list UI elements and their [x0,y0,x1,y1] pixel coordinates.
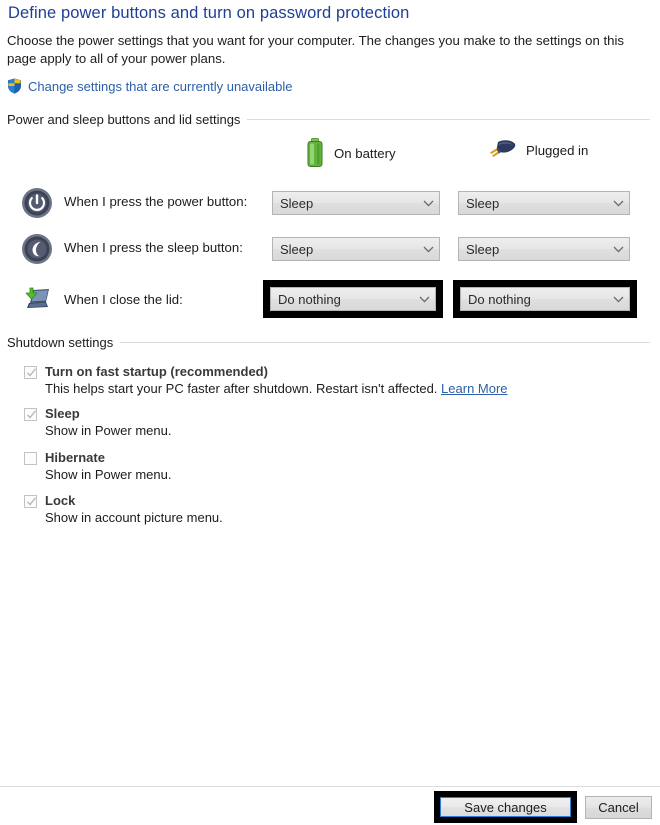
checkbox-hibernate[interactable] [24,452,37,465]
setting-row-close-lid: When I close the lid: Do nothing Do noth… [0,280,660,318]
checkbox-item-fast-startup: Turn on fast startup (recommended) This … [24,364,508,396]
battery-icon [305,138,325,168]
section-label: Shutdown settings [7,335,114,350]
dropdown-value: Sleep [280,241,314,257]
section-header-power-sleep-lid: Power and sleep buttons and lid settings [7,112,650,127]
page-description: Choose the power settings that you want … [7,33,624,66]
section-label: Power and sleep buttons and lid settings [7,112,241,127]
checkbox-item-lock: Lock Show in account picture menu. [24,493,223,525]
section-divider [120,342,650,343]
uac-shield-icon [7,78,22,94]
dropdown-close-lid-plugged-in[interactable]: Do nothing [460,287,630,311]
chevron-down-icon [607,200,629,207]
dropdown-power-button-on-battery[interactable]: Sleep [272,191,440,215]
checkbox-fast-startup[interactable] [24,366,37,379]
annotation-box-save-changes: Save changes [434,791,577,823]
chevron-down-icon [417,200,439,207]
description-text: This helps start your PC faster after sh… [45,381,438,396]
checkbox-item-sleep: Sleep Show in Power menu. [24,406,171,438]
dropdown-sleep-button-on-battery[interactable]: Sleep [272,237,440,261]
checkbox-row[interactable]: Lock [24,493,223,508]
column-header-on-battery: On battery [305,138,396,168]
footer-divider [0,786,660,787]
checkbox-label: Sleep [45,406,80,421]
chevron-down-icon [607,296,629,303]
annotation-box-close-lid-plugged-in: Do nothing [453,280,637,318]
section-header-shutdown-settings: Shutdown settings [7,335,650,350]
annotation-box-close-lid-on-battery: Do nothing [263,280,443,318]
save-changes-button[interactable]: Save changes [440,797,571,817]
checkbox-description: Show in account picture menu. [45,510,223,525]
checkmark-icon [26,497,37,506]
setting-label-power-button: When I press the power button: [64,194,248,209]
cancel-button[interactable]: Cancel [585,796,652,819]
checkbox-sleep[interactable] [24,408,37,421]
chevron-down-icon [413,296,435,303]
setting-row-sleep-button: When I press the sleep button: Sleep Sle… [0,232,660,264]
checkbox-row[interactable]: Turn on fast startup (recommended) [24,364,508,379]
change-settings-link-label[interactable]: Change settings that are currently unava… [28,79,293,94]
laptop-lid-icon [20,284,54,318]
checkbox-description: Show in Power menu. [45,423,172,438]
column-header-plugged-in: Plugged in [487,138,588,162]
power-plug-icon [487,138,517,162]
checkbox-lock[interactable] [24,495,37,508]
dropdown-value: Sleep [280,195,314,211]
chevron-down-icon [607,246,629,253]
checkbox-label: Hibernate [45,450,105,465]
learn-more-link[interactable]: Learn More [441,381,507,396]
checkbox-label: Lock [45,493,76,508]
dropdown-value: Do nothing [278,291,341,307]
chevron-down-icon [417,246,439,253]
checkmark-icon [26,410,37,419]
page-title: Define power buttons and turn on passwor… [8,4,410,22]
dropdown-power-button-plugged-in[interactable]: Sleep [458,191,630,215]
setting-label-close-lid: When I close the lid: [64,292,183,307]
dropdown-close-lid-on-battery[interactable]: Do nothing [270,287,436,311]
setting-label-sleep-button: When I press the sleep button: [64,240,243,255]
checkbox-description: This helps start your PC faster after sh… [45,381,508,396]
checkbox-row[interactable]: Sleep [24,406,171,421]
section-divider [247,119,650,120]
sleep-moon-icon [20,232,54,266]
checkmark-icon [26,368,37,377]
checkbox-description: Show in Power menu. [45,467,172,482]
dropdown-value: Do nothing [468,291,531,307]
dropdown-sleep-button-plugged-in[interactable]: Sleep [458,237,630,261]
dropdown-value: Sleep [466,241,500,257]
checkbox-label: Turn on fast startup (recommended) [45,364,268,379]
dropdown-value: Sleep [466,195,500,211]
power-button-icon [20,186,54,220]
setting-row-power-button: When I press the power button: Sleep Sle… [0,186,660,218]
checkbox-row[interactable]: Hibernate [24,450,171,465]
checkbox-item-hibernate: Hibernate Show in Power menu. [24,450,171,482]
column-label-plugged-in: Plugged in [526,142,589,158]
change-settings-link-row[interactable]: Change settings that are currently unava… [7,78,293,94]
column-label-on-battery: On battery [334,145,396,161]
